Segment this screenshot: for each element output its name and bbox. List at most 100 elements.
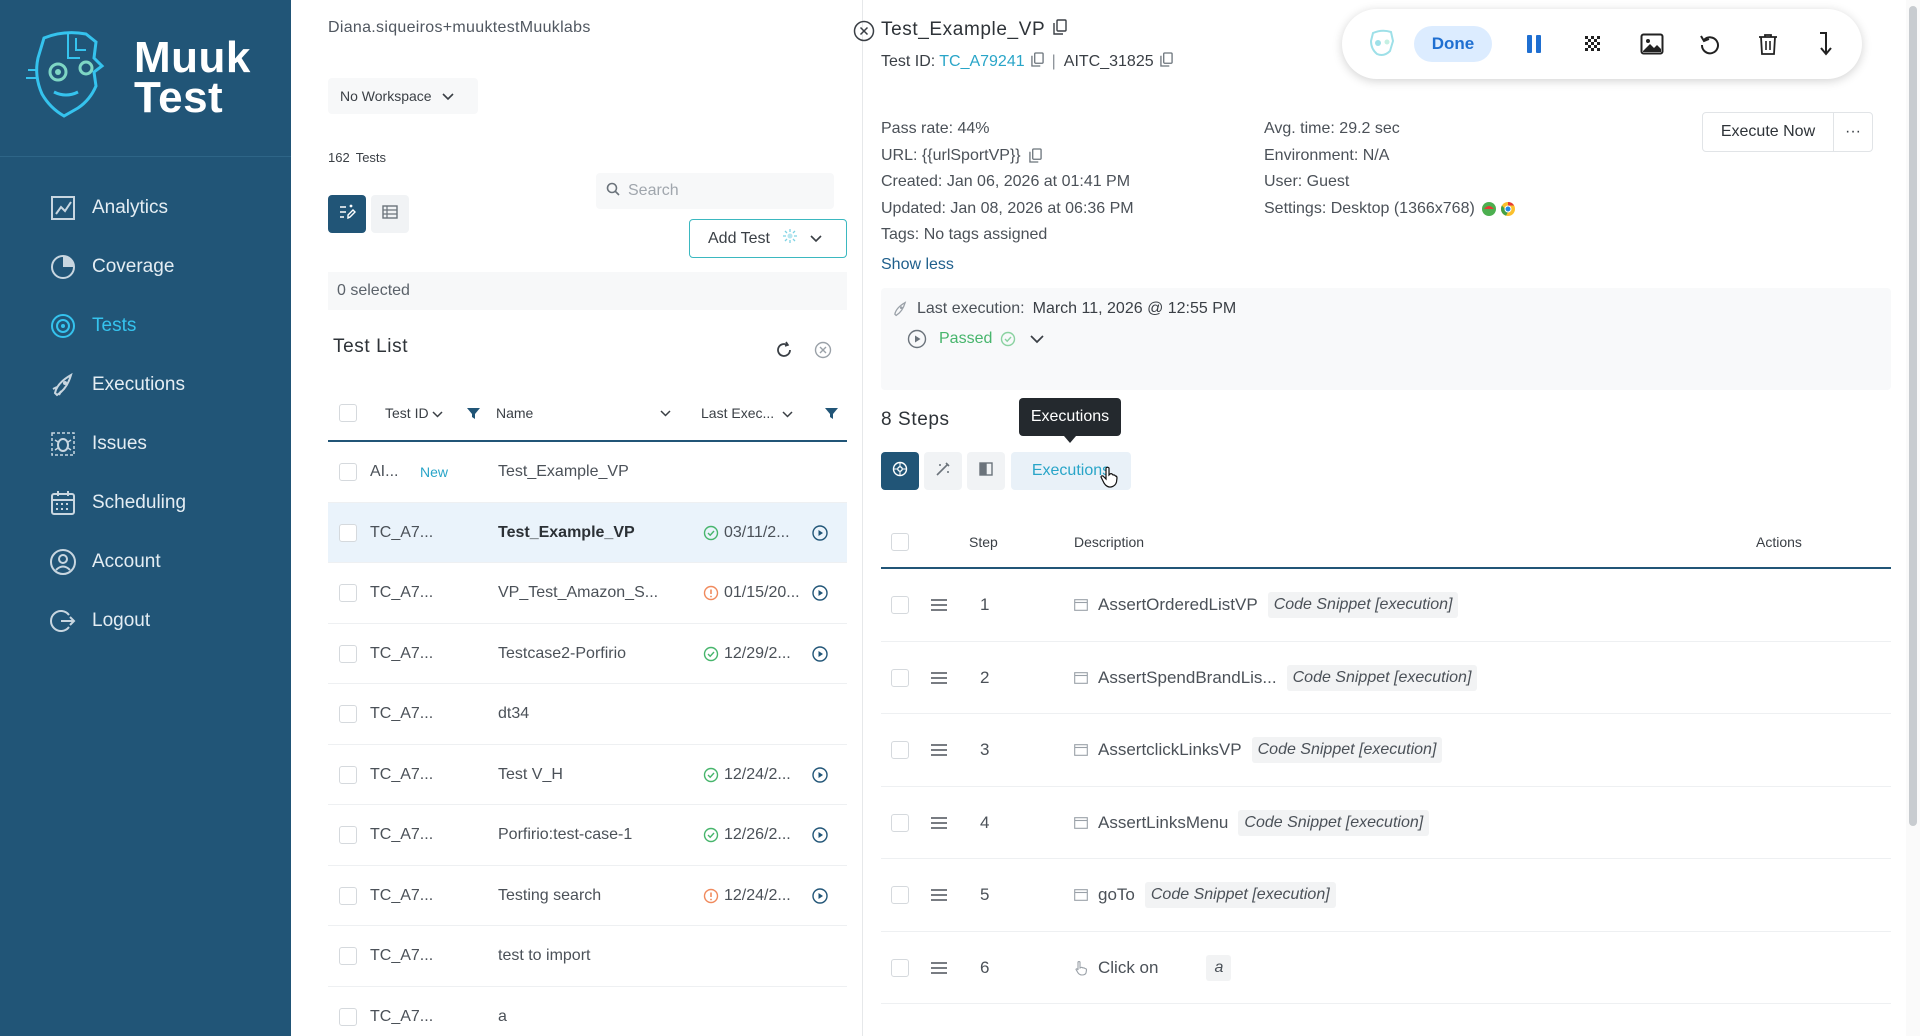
column-name[interactable]: Name [496,386,533,440]
row-checkbox[interactable] [339,805,357,865]
copy-icon[interactable] [1159,52,1173,72]
test-name[interactable]: a [498,987,683,1036]
clear-filter-icon[interactable] [814,341,832,364]
step-checkbox[interactable] [891,642,909,714]
undo-icon[interactable] [1692,9,1728,79]
test-name[interactable]: Porfirio:test-case-1 [498,805,683,865]
test-name[interactable]: Testing search [498,866,683,926]
pause-icon[interactable] [1516,9,1552,79]
sidebar-item-scheduling[interactable]: Scheduling [0,473,291,532]
done-button[interactable]: Done [1414,26,1492,62]
row-checkbox[interactable] [339,684,357,744]
step-checkbox[interactable] [891,569,909,641]
play-icon[interactable] [812,805,828,865]
test-name[interactable]: Test V_H [498,745,683,805]
search-box[interactable] [596,173,834,209]
close-detail-icon[interactable] [853,20,875,47]
step-row[interactable]: 6 Click on a [881,932,1891,1004]
compare-button[interactable] [967,452,1005,490]
scrollbar-thumb[interactable] [1909,6,1917,826]
drag-handle-icon[interactable] [931,787,947,859]
filter-icon[interactable] [825,386,838,440]
test-id-link[interactable]: TC_A79241 [939,53,1024,71]
step-checkbox[interactable] [891,859,909,931]
test-name[interactable]: test to import [498,926,683,986]
view-list-edit-button[interactable] [328,195,366,233]
show-less-link[interactable]: Show less [881,256,954,274]
play-icon[interactable] [812,866,828,926]
play-circle-icon[interactable] [907,329,927,349]
element-picker-icon[interactable] [1575,9,1611,79]
play-icon[interactable] [812,563,828,623]
sidebar-item-account[interactable]: Account [0,532,291,591]
play-icon[interactable] [812,503,828,563]
refresh-icon[interactable] [775,341,793,364]
more-options-button[interactable]: ··· [1833,112,1873,152]
row-checkbox[interactable] [339,563,357,623]
copy-icon[interactable] [1030,52,1044,72]
table-row[interactable]: TC_A7... Test_Example_VP 03/11/2... [328,502,847,563]
sidebar-item-coverage[interactable]: Coverage [0,237,291,296]
table-row[interactable]: TC_A7... test to import [328,926,847,987]
row-checkbox[interactable] [339,442,357,502]
table-row[interactable]: TC_A7... VP_Test_Amazon_S... 01/15/20... [328,563,847,624]
table-row[interactable]: TC_A7... dt34 [328,684,847,745]
drag-handle-icon[interactable] [931,932,947,1004]
chevron-down-icon[interactable] [810,230,822,248]
execute-now-button[interactable]: Execute Now [1702,112,1834,152]
chevron-down-icon[interactable] [660,386,671,440]
add-test-button[interactable]: Add Test [689,219,847,258]
table-row[interactable]: TC_A7... Test V_H 12/24/2... [328,745,847,805]
drag-handle-icon[interactable] [931,569,947,641]
sidebar-item-issues[interactable]: Issues [0,414,291,473]
test-name[interactable]: dt34 [498,684,683,744]
table-row[interactable]: TC_A7... Porfirio:test-case-1 12/26/2... [328,805,847,866]
table-row[interactable]: TC_A7... Testing search 12/24/2... [328,866,847,926]
table-row[interactable]: TC_A7... a [328,987,847,1036]
row-checkbox[interactable] [339,926,357,986]
sidebar-item-executions[interactable]: Executions [0,355,291,414]
step-checkbox[interactable] [891,932,909,1004]
test-name[interactable]: VP_Test_Amazon_S... [498,563,683,623]
step-row[interactable]: 3 AssertclickLinksVP Code Snippet [executi… [881,714,1891,787]
drag-handle-icon[interactable] [931,642,947,714]
play-icon[interactable] [812,745,828,805]
select-all-steps-checkbox[interactable] [891,516,909,567]
workspace-select[interactable]: No Workspace [328,78,478,114]
step-row[interactable]: 2 AssertSpendBrandLis... Code Snippet [exe… [881,642,1891,714]
step-row[interactable]: 4 AssertLinksMenu Code Snippet [execution] [881,787,1891,859]
image-icon[interactable] [1634,9,1670,79]
step-checkbox[interactable] [891,787,909,859]
sidebar-item-tests[interactable]: Tests [0,296,291,355]
row-checkbox[interactable] [339,624,357,684]
copy-icon[interactable] [1053,19,1067,41]
step-checkbox[interactable] [891,714,909,786]
select-all-checkbox[interactable] [339,386,357,440]
trash-icon[interactable] [1750,9,1786,79]
table-row[interactable]: AI... New Test_Example_VP [328,442,847,503]
drag-handle-icon[interactable] [931,714,947,786]
view-table-button[interactable] [371,195,409,233]
test-name[interactable]: Test_Example_VP [498,442,683,502]
search-input[interactable] [628,182,808,200]
step-row[interactable]: 1 AssertOrderedListVP Code Snippet [execut… [881,569,1891,642]
drag-handle-icon[interactable] [931,859,947,931]
logo[interactable]: Muuk Test [0,0,291,157]
edit-steps-button[interactable] [924,452,962,490]
table-row[interactable]: TC_A7... Testcase2-Porfirio 12/29/2... [328,624,847,684]
scrollbar[interactable] [1906,0,1920,1036]
sidebar-item-logout[interactable]: Logout [0,591,291,650]
test-name[interactable]: Test_Example_VP [498,503,683,563]
play-icon[interactable] [812,624,828,684]
sidebar-item-analytics[interactable]: Analytics [0,178,291,237]
column-test-id[interactable]: Test ID [385,386,443,440]
column-last-execution[interactable]: Last Exec... [701,386,793,440]
row-checkbox[interactable] [339,503,357,563]
row-checkbox[interactable] [339,745,357,805]
ai-steps-button[interactable] [881,452,919,490]
chevron-down-icon[interactable] [1030,334,1044,344]
step-into-icon[interactable] [1808,9,1844,79]
row-checkbox[interactable] [339,866,357,926]
copy-icon[interactable] [1028,148,1042,163]
test-name[interactable]: Testcase2-Porfirio [498,624,683,684]
